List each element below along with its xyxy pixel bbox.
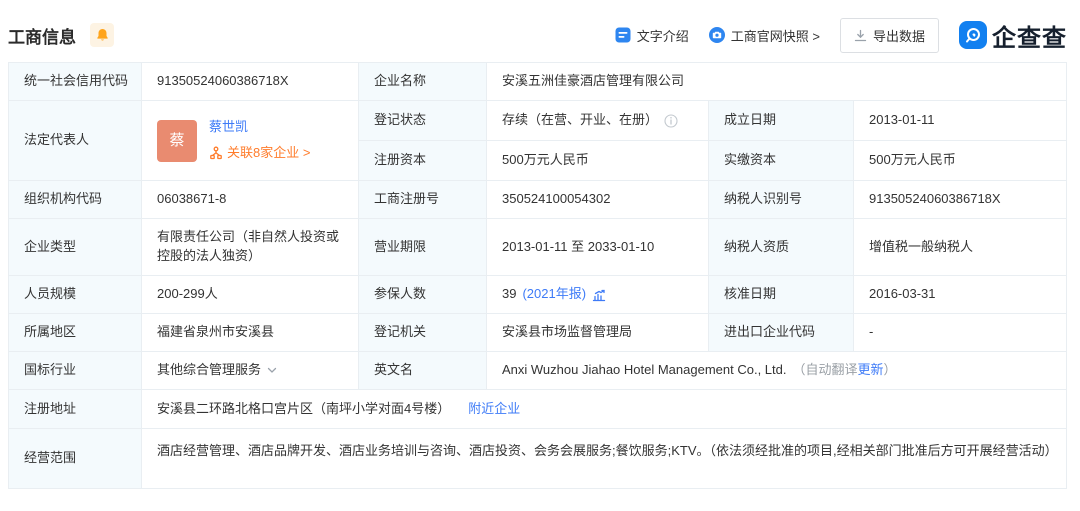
reg-capital-label: 注册资本 <box>359 141 487 181</box>
address-text: 安溪县二环路北格口宫片区（南坪小学对面4号楼） <box>157 400 451 416</box>
qichacha-logo-icon <box>959 21 987 49</box>
reg-authority-value: 安溪县市场监督管理局 <box>487 314 709 352</box>
establish-date-value: 2013-01-11 <box>854 101 1067 141</box>
translate-update-link[interactable]: 更新 <box>858 361 884 380</box>
business-scope-value: 酒店经营管理、酒店品牌开发、酒店业务培训与咨询、酒店投资、会务会展服务;餐饮服务… <box>142 429 1067 489</box>
qichacha-logo-text: 企查查 <box>992 24 1067 52</box>
company-type-label: 企业类型 <box>9 219 142 276</box>
business-scope-label: 经营范围 <box>9 429 142 489</box>
nearby-companies-link[interactable]: 附近企业 <box>468 400 520 419</box>
credit-code-value: 91350524060386718X <box>142 63 359 101</box>
org-code-label: 组织机构代码 <box>9 181 142 219</box>
related-companies-link[interactable]: 关联8家企业 > <box>209 144 310 163</box>
credit-code-label: 统一社会信用代码 <box>9 63 142 101</box>
staff-size-value: 200-299人 <box>142 276 359 314</box>
business-term-label: 营业期限 <box>359 219 487 276</box>
legal-rep-label: 法定代表人 <box>9 101 142 181</box>
legal-rep-name-link[interactable]: 蔡世凯 <box>209 118 310 137</box>
reg-no-label: 工商注册号 <box>359 181 487 219</box>
related-companies-label: 关联8家企业 > <box>227 145 311 160</box>
english-name-text: Anxi Wuzhou Jiahao Hotel Management Co.,… <box>502 362 787 378</box>
export-data-label: 导出数据 <box>872 28 925 44</box>
chevron-down-icon <box>267 367 277 374</box>
reg-authority-label: 登记机关 <box>359 314 487 352</box>
company-name-label: 企业名称 <box>359 63 487 101</box>
chart-icon[interactable] <box>592 288 606 302</box>
header: 工商信息 文字介绍 工商官网快照 > 导出数据 企查查 <box>0 0 1080 62</box>
region-value: 福建省泉州市安溪县 <box>142 314 359 352</box>
paid-capital-value: 500万元人民币 <box>854 141 1067 181</box>
camera-icon <box>708 27 725 43</box>
notification-bell-button[interactable] <box>90 23 114 47</box>
address-value: 安溪县二环路北格口宫片区（南坪小学对面4号楼） 附近企业 <box>142 390 1067 429</box>
import-export-code-label: 进出口企业代码 <box>709 314 854 352</box>
business-info-table: 统一社会信用代码 91350524060386718X 企业名称 安溪五洲佳豪酒… <box>8 62 1067 489</box>
taxpayer-id-label: 纳税人识别号 <box>709 181 854 219</box>
official-snapshot-label: 工商官网快照 > <box>730 28 820 44</box>
reg-status-text: 存续（在营、开业、在册） <box>502 112 659 128</box>
approval-date-value: 2016-03-31 <box>854 276 1067 314</box>
staff-size-label: 人员规模 <box>9 276 142 314</box>
qichacha-logo[interactable]: 企查查 <box>959 18 1067 53</box>
reg-no-value: 350524100054302 <box>487 181 709 219</box>
taxpayer-quality-label: 纳税人资质 <box>709 219 854 276</box>
bell-icon <box>96 28 109 42</box>
reg-capital-value: 500万元人民币 <box>487 141 709 181</box>
auto-translate-suffix: ） <box>883 362 897 378</box>
page-title: 工商信息 <box>8 27 76 47</box>
region-label: 所属地区 <box>9 314 142 352</box>
industry-text: 其他综合管理服务 <box>157 362 262 378</box>
text-intro-label: 文字介绍 <box>636 28 689 44</box>
company-type-value: 有限责任公司（非自然人投资或控股的法人独资） <box>142 219 359 276</box>
text-intro-link[interactable]: 文字介绍 <box>615 26 689 45</box>
org-code-value: 06038671-8 <box>142 181 359 219</box>
official-snapshot-link[interactable]: 工商官网快照 > <box>708 26 820 45</box>
english-name-value: Anxi Wuzhou Jiahao Hotel Management Co.,… <box>487 352 1067 390</box>
insured-count-number: 39 <box>502 286 517 302</box>
import-export-code-value: - <box>854 314 1067 352</box>
download-icon <box>854 29 867 42</box>
legal-rep-value: 蔡 蔡世凯 关联8家企业 > <box>142 101 359 181</box>
insured-count-label: 参保人数 <box>359 276 487 314</box>
annual-report-link[interactable]: (2021年报) <box>522 285 586 304</box>
establish-date-label: 成立日期 <box>709 101 854 141</box>
paid-capital-label: 实缴资本 <box>709 141 854 181</box>
legal-rep-avatar[interactable]: 蔡 <box>157 119 197 162</box>
industry-value[interactable]: 其他综合管理服务 <box>142 352 359 390</box>
address-label: 注册地址 <box>9 390 142 429</box>
reg-status-value: 存续（在营、开业、在册） <box>487 101 709 141</box>
reg-status-label: 登记状态 <box>359 101 487 141</box>
export-data-button[interactable]: 导出数据 <box>839 17 939 53</box>
auto-translate-prefix: （自动翻译 <box>792 362 858 378</box>
text-intro-icon <box>615 27 631 43</box>
related-companies-icon <box>209 146 223 160</box>
industry-label: 国标行业 <box>9 352 142 390</box>
taxpayer-quality-value: 增值税一般纳税人 <box>854 219 1067 276</box>
english-name-label: 英文名 <box>359 352 487 390</box>
insured-count-value: 39 (2021年报) <box>487 276 709 314</box>
taxpayer-id-value: 91350524060386718X <box>854 181 1067 219</box>
approval-date-label: 核准日期 <box>709 276 854 314</box>
business-term-value: 2013-01-11 至 2033-01-10 <box>487 219 709 276</box>
info-icon[interactable] <box>664 113 678 128</box>
business-info-panel: 工商信息 文字介绍 工商官网快照 > 导出数据 企查查 统一社会信用代码 913… <box>0 0 1080 511</box>
company-name-value: 安溪五洲佳豪酒店管理有限公司 <box>487 63 1067 101</box>
